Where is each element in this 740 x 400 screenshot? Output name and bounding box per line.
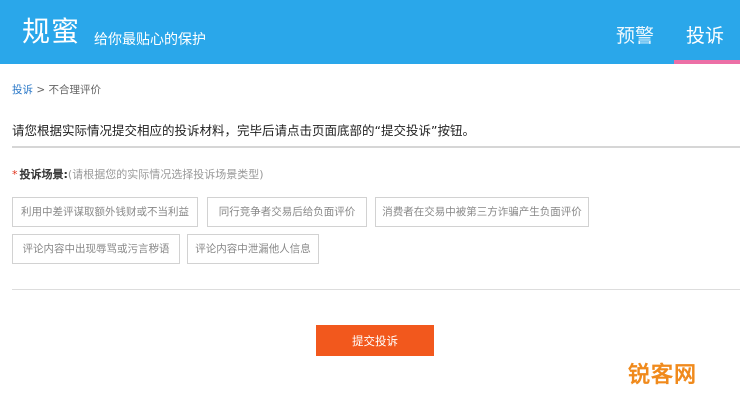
slogan: 给你最贴心的保护 (94, 32, 206, 48)
scenario-option-third-party-fraud[interactable]: 消费者在交易中被第三方诈骗产生负面评价 (375, 197, 589, 227)
breadcrumb-separator: > (36, 84, 46, 96)
breadcrumb-link-complaint[interactable]: 投诉 (12, 84, 33, 96)
breadcrumb: 投诉 > 不合理评价 (12, 82, 101, 97)
instruction-text: 请您根据实际情况提交相应的投诉材料，完毕后请点击页面底部的“提交投诉”按钮。 (12, 123, 475, 138)
breadcrumb-current: 不合理评价 (48, 84, 102, 96)
divider (12, 289, 740, 290)
submit-complaint-button[interactable]: 提交投诉 (316, 325, 434, 356)
watermark-logo: 锐客网 (628, 363, 698, 388)
divider (12, 146, 740, 148)
nav-item-warning[interactable]: 预警 (616, 21, 654, 48)
required-mark: * (12, 168, 18, 181)
scenario-label: * 投诉场景:(请根据您的实际情况选择投诉场景类型) (12, 166, 264, 182)
scenario-option-competitor[interactable]: 同行竞争者交易后给负面评价 (207, 197, 367, 227)
nav-active-indicator (674, 60, 740, 64)
logo[interactable]: 规蜜 (22, 10, 80, 50)
app-header: 规蜜 给你最贴心的保护 预警 投诉 (0, 0, 740, 64)
scenario-option-abusive-language[interactable]: 评论内容中出现辱骂或污言秽语 (12, 234, 180, 264)
scenario-hint: (请根据您的实际情况选择投诉场景类型) (67, 168, 264, 181)
nav-item-complaint[interactable]: 投诉 (686, 21, 724, 48)
scenario-option-privacy-leak[interactable]: 评论内容中泄漏他人信息 (187, 234, 319, 264)
scenario-title: 投诉场景: (19, 168, 68, 181)
scenario-option-extortion[interactable]: 利用中差评谋取额外钱财或不当利益 (12, 197, 198, 227)
